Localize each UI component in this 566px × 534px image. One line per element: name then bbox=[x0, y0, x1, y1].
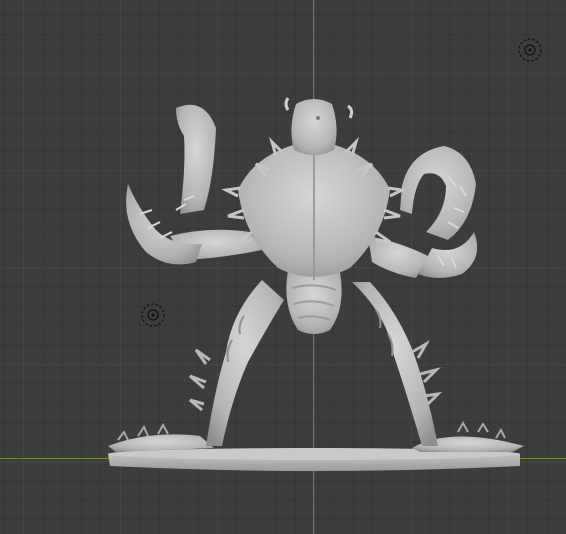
crab-creature-model[interactable] bbox=[0, 0, 566, 534]
model-head bbox=[284, 97, 354, 155]
model-feet bbox=[108, 420, 524, 452]
empty-object-icon[interactable] bbox=[140, 302, 166, 328]
empty-object-icon[interactable] bbox=[517, 37, 543, 63]
viewport-3d[interactable] bbox=[0, 0, 566, 534]
